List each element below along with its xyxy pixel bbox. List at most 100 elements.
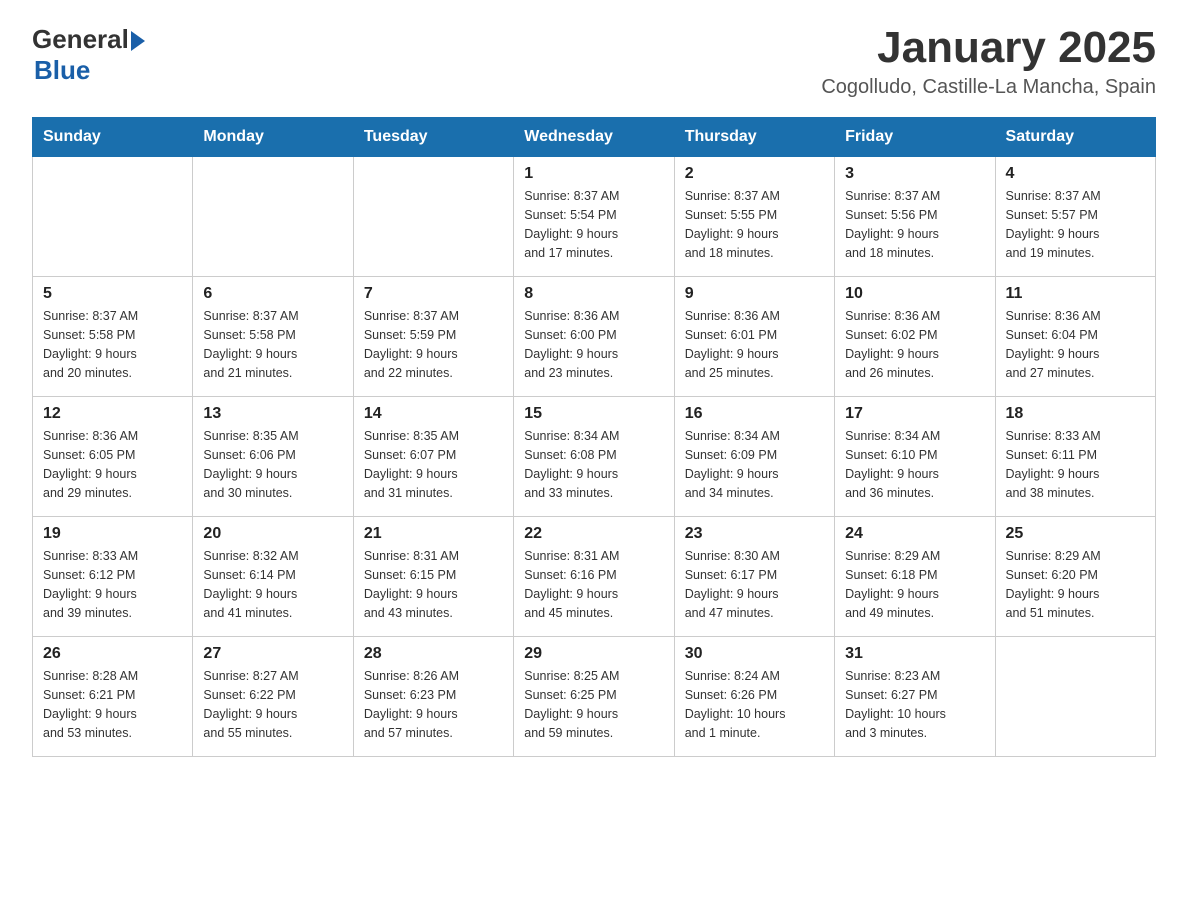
- calendar-cell: 19Sunrise: 8:33 AMSunset: 6:12 PMDayligh…: [33, 517, 193, 637]
- day-number: 14: [364, 405, 503, 423]
- day-number: 5: [43, 285, 182, 303]
- day-number: 23: [685, 525, 824, 543]
- calendar-cell: 3 Sunrise: 8:37 AMSunset: 5:56 PMDaylight…: [835, 157, 995, 277]
- day-number: 6: [203, 285, 342, 303]
- logo: General Blue: [32, 24, 145, 86]
- day-info: Sunrise: 8:27 AMSunset: 6:22 PMDaylight:…: [203, 667, 342, 742]
- calendar-cell: 10Sunrise: 8:36 AMSunset: 6:02 PMDayligh…: [835, 277, 995, 397]
- weekday-header-saturday: Saturday: [995, 118, 1155, 157]
- calendar-cell: 28 Sunrise: 8:26 AMSunset: 6:23 PMDayligh…: [353, 637, 513, 757]
- calendar-cell: 20 Sunrise: 8:32 AMSunset: 6:14 PMDayligh…: [193, 517, 353, 637]
- day-info: Sunrise: 8:30 AMSunset: 6:17 PMDaylight:…: [685, 547, 824, 622]
- day-number: 12: [43, 405, 182, 423]
- day-info: Sunrise: 8:23 AMSunset: 6:27 PMDaylight:…: [845, 667, 984, 742]
- day-number: 31: [845, 645, 984, 663]
- day-info: Sunrise: 8:37 AMSunset: 5:58 PMDaylight:…: [43, 307, 182, 382]
- weekday-header-row: SundayMondayTuesdayWednesdayThursdayFrid…: [33, 118, 1156, 157]
- day-info: Sunrise: 8:34 AMSunset: 6:09 PMDaylight:…: [685, 427, 824, 502]
- calendar-week-1: 1Sunrise: 8:37 AMSunset: 5:54 PMDaylight…: [33, 157, 1156, 277]
- calendar-cell: 27Sunrise: 8:27 AMSunset: 6:22 PMDayligh…: [193, 637, 353, 757]
- calendar-cell: 21 Sunrise: 8:31 AMSunset: 6:15 PMDayligh…: [353, 517, 513, 637]
- calendar-cell: 13 Sunrise: 8:35 AMSunset: 6:06 PMDayligh…: [193, 397, 353, 517]
- day-info: Sunrise: 8:37 AMSunset: 5:56 PMDaylight:…: [845, 187, 984, 262]
- day-info: Sunrise: 8:35 AMSunset: 6:06 PMDaylight:…: [203, 427, 342, 502]
- calendar-week-4: 19Sunrise: 8:33 AMSunset: 6:12 PMDayligh…: [33, 517, 1156, 637]
- day-info: Sunrise: 8:31 AMSunset: 6:16 PMDaylight:…: [524, 547, 663, 622]
- calendar-cell: [995, 637, 1155, 757]
- calendar-cell: 2 Sunrise: 8:37 AMSunset: 5:55 PMDaylight…: [674, 157, 834, 277]
- day-info: Sunrise: 8:36 AMSunset: 6:04 PMDaylight:…: [1006, 307, 1145, 382]
- logo-general: General: [32, 24, 129, 55]
- calendar-cell: 14 Sunrise: 8:35 AMSunset: 6:07 PMDayligh…: [353, 397, 513, 517]
- day-info: Sunrise: 8:36 AMSunset: 6:00 PMDaylight:…: [524, 307, 663, 382]
- calendar-cell: [353, 157, 513, 277]
- day-number: 7: [364, 285, 503, 303]
- day-number: 26: [43, 645, 182, 663]
- day-number: 9: [685, 285, 824, 303]
- calendar-week-2: 5 Sunrise: 8:37 AMSunset: 5:58 PMDaylight…: [33, 277, 1156, 397]
- day-info: Sunrise: 8:37 AMSunset: 5:55 PMDaylight:…: [685, 187, 824, 262]
- day-info: Sunrise: 8:34 AMSunset: 6:08 PMDaylight:…: [524, 427, 663, 502]
- day-info: Sunrise: 8:31 AMSunset: 6:15 PMDaylight:…: [364, 547, 503, 622]
- calendar-cell: 26Sunrise: 8:28 AMSunset: 6:21 PMDayligh…: [33, 637, 193, 757]
- day-info: Sunrise: 8:25 AMSunset: 6:25 PMDaylight:…: [524, 667, 663, 742]
- calendar-cell: 16 Sunrise: 8:34 AMSunset: 6:09 PMDayligh…: [674, 397, 834, 517]
- weekday-header-friday: Friday: [835, 118, 995, 157]
- day-info: Sunrise: 8:37 AMSunset: 5:58 PMDaylight:…: [203, 307, 342, 382]
- calendar-title: January 2025: [821, 24, 1156, 72]
- calendar-week-3: 12 Sunrise: 8:36 AMSunset: 6:05 PMDayligh…: [33, 397, 1156, 517]
- calendar-cell: [33, 157, 193, 277]
- day-number: 20: [203, 525, 342, 543]
- day-number: 1: [524, 165, 663, 183]
- day-number: 10: [845, 285, 984, 303]
- calendar-cell: 24 Sunrise: 8:29 AMSunset: 6:18 PMDayligh…: [835, 517, 995, 637]
- calendar-cell: [193, 157, 353, 277]
- day-info: Sunrise: 8:33 AMSunset: 6:11 PMDaylight:…: [1006, 427, 1145, 502]
- calendar-cell: 22Sunrise: 8:31 AMSunset: 6:16 PMDayligh…: [514, 517, 674, 637]
- calendar-cell: 18 Sunrise: 8:33 AMSunset: 6:11 PMDayligh…: [995, 397, 1155, 517]
- day-info: Sunrise: 8:32 AMSunset: 6:14 PMDaylight:…: [203, 547, 342, 622]
- calendar-cell: 31 Sunrise: 8:23 AMSunset: 6:27 PMDayligh…: [835, 637, 995, 757]
- day-info: Sunrise: 8:29 AMSunset: 6:18 PMDaylight:…: [845, 547, 984, 622]
- calendar-cell: 23 Sunrise: 8:30 AMSunset: 6:17 PMDayligh…: [674, 517, 834, 637]
- logo-arrow-icon: [131, 31, 145, 51]
- calendar-cell: 1Sunrise: 8:37 AMSunset: 5:54 PMDaylight…: [514, 157, 674, 277]
- day-number: 15: [524, 405, 663, 423]
- day-info: Sunrise: 8:36 AMSunset: 6:01 PMDaylight:…: [685, 307, 824, 382]
- day-info: Sunrise: 8:37 AMSunset: 5:59 PMDaylight:…: [364, 307, 503, 382]
- day-number: 19: [43, 525, 182, 543]
- calendar-cell: 15 Sunrise: 8:34 AMSunset: 6:08 PMDayligh…: [514, 397, 674, 517]
- calendar-table: SundayMondayTuesdayWednesdayThursdayFrid…: [32, 117, 1156, 757]
- day-number: 16: [685, 405, 824, 423]
- calendar-cell: 29 Sunrise: 8:25 AMSunset: 6:25 PMDayligh…: [514, 637, 674, 757]
- logo-blue: Blue: [34, 55, 90, 85]
- calendar-subtitle: Cogolludo, Castille-La Mancha, Spain: [821, 76, 1156, 99]
- calendar-cell: 17 Sunrise: 8:34 AMSunset: 6:10 PMDayligh…: [835, 397, 995, 517]
- calendar-cell: 12 Sunrise: 8:36 AMSunset: 6:05 PMDayligh…: [33, 397, 193, 517]
- day-number: 24: [845, 525, 984, 543]
- calendar-cell: 9 Sunrise: 8:36 AMSunset: 6:01 PMDaylight…: [674, 277, 834, 397]
- day-info: Sunrise: 8:26 AMSunset: 6:23 PMDaylight:…: [364, 667, 503, 742]
- day-info: Sunrise: 8:36 AMSunset: 6:05 PMDaylight:…: [43, 427, 182, 502]
- day-info: Sunrise: 8:24 AMSunset: 6:26 PMDaylight:…: [685, 667, 824, 742]
- weekday-header-monday: Monday: [193, 118, 353, 157]
- calendar-cell: 5 Sunrise: 8:37 AMSunset: 5:58 PMDaylight…: [33, 277, 193, 397]
- weekday-header-tuesday: Tuesday: [353, 118, 513, 157]
- calendar-cell: 25Sunrise: 8:29 AMSunset: 6:20 PMDayligh…: [995, 517, 1155, 637]
- day-info: Sunrise: 8:35 AMSunset: 6:07 PMDaylight:…: [364, 427, 503, 502]
- day-number: 18: [1006, 405, 1145, 423]
- day-number: 29: [524, 645, 663, 663]
- day-number: 21: [364, 525, 503, 543]
- day-number: 8: [524, 285, 663, 303]
- day-info: Sunrise: 8:34 AMSunset: 6:10 PMDaylight:…: [845, 427, 984, 502]
- day-info: Sunrise: 8:37 AMSunset: 5:57 PMDaylight:…: [1006, 187, 1145, 262]
- weekday-header-sunday: Sunday: [33, 118, 193, 157]
- title-block: January 2025 Cogolludo, Castille-La Manc…: [821, 24, 1156, 99]
- day-number: 2: [685, 165, 824, 183]
- calendar-cell: 11Sunrise: 8:36 AMSunset: 6:04 PMDayligh…: [995, 277, 1155, 397]
- day-number: 28: [364, 645, 503, 663]
- weekday-header-wednesday: Wednesday: [514, 118, 674, 157]
- day-number: 17: [845, 405, 984, 423]
- day-number: 3: [845, 165, 984, 183]
- day-number: 13: [203, 405, 342, 423]
